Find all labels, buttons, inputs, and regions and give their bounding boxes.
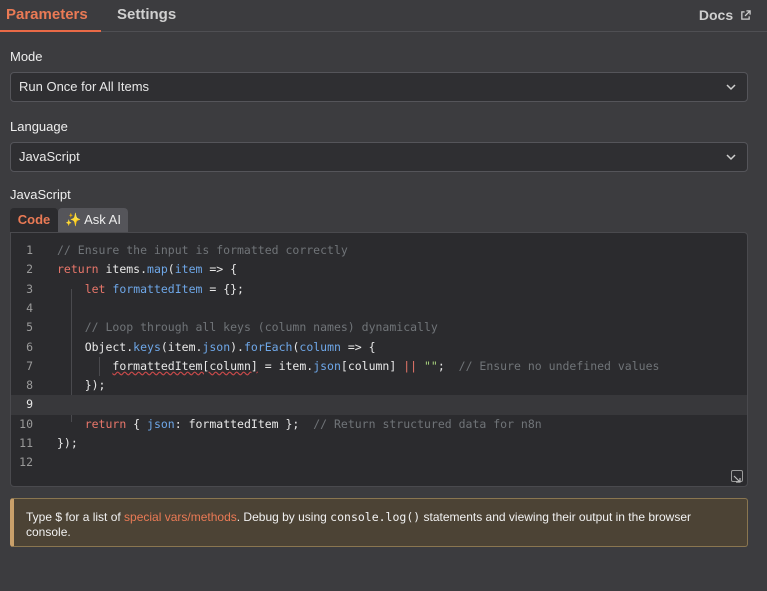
tab-code[interactable]: Code [10, 208, 58, 232]
line-number: 12 [19, 455, 33, 470]
code-line: 2 return items.map(item => { [11, 260, 747, 279]
line-number: 10 [19, 416, 33, 431]
line-number: 4 [26, 300, 33, 315]
code-line: 7 formattedItem[column] = item.json[colu… [11, 357, 747, 376]
chevron-down-icon [726, 84, 736, 91]
line-number: 5 [26, 320, 33, 335]
editor-label: JavaScript [10, 187, 71, 202]
line-number: 3 [26, 281, 33, 296]
docs-link[interactable]: Docs [699, 0, 751, 32]
line-number: 8 [26, 378, 33, 393]
line-content: let formattedItem = {}; [84, 281, 244, 296]
external-link-icon [741, 10, 751, 20]
mode-select[interactable]: Run Once for All Items [10, 72, 748, 102]
code-line: 11 }); [11, 434, 747, 453]
line-number: 9 [26, 397, 33, 412]
code-line: 3 let formattedItem = {}; [11, 280, 747, 299]
code-line: 10 return { json: formattedItem }; // Re… [11, 415, 747, 434]
language-select-value: JavaScript [19, 149, 80, 164]
line-number: 2 [26, 262, 33, 277]
line-content: return items.map(item => { [57, 262, 238, 277]
line-number: 6 [26, 339, 33, 354]
line-content: }); [57, 378, 106, 393]
line-content: }); [57, 436, 78, 450]
tab-ask-ai[interactable]: ✨ Ask AI [58, 208, 128, 232]
line-content: // Ensure the input is formatted correct… [57, 243, 348, 257]
code-line: 4 [11, 299, 747, 318]
line-content: formattedItem[column] = item.json[column… [112, 358, 660, 373]
code-line: 1 // Ensure the input is formatted corre… [11, 241, 747, 260]
chevron-down-icon [726, 154, 736, 161]
language-select[interactable]: JavaScript [10, 142, 748, 172]
notice-text-pre: Type $ for a list of [26, 510, 125, 524]
resize-handle-icon[interactable] [731, 470, 743, 483]
line-number: 11 [19, 436, 33, 450]
line-content: // Loop through all keys (column names) … [84, 320, 438, 335]
code-line: 6 Object.keys(item.json).forEach(column … [11, 338, 747, 357]
mode-select-value: Run Once for All Items [19, 79, 150, 94]
info-notice: Type $ for a list of special vars/method… [10, 498, 748, 547]
line-number: 1 [26, 243, 33, 257]
special-vars-link[interactable]: special vars/methods [124, 510, 237, 524]
line-content: return { json: formattedItem }; // Retur… [84, 416, 542, 431]
code-line: 8 }); [11, 376, 747, 395]
notice-code: console.log() [330, 510, 421, 524]
docs-link-label: Docs [698, 7, 734, 23]
line-content: Object.keys(item.json).forEach(column =>… [57, 339, 376, 354]
tab-parameters[interactable]: Parameters [0, 0, 101, 32]
language-label: Language [10, 119, 68, 134]
code-editor[interactable]: 1 // Ensure the input is formatted corre… [10, 232, 748, 487]
code-line: 12 [11, 453, 747, 472]
line-number: 7 [26, 358, 33, 373]
code-line-active: 9 [11, 395, 747, 415]
tab-settings[interactable]: Settings [117, 0, 176, 32]
code-line: 5 // Loop through all keys (column names… [11, 318, 747, 337]
mode-label: Mode [10, 49, 43, 64]
notice-text-mid: . Debug by using [236, 510, 331, 524]
tab-bar: Parameters Settings Docs [0, 0, 767, 32]
